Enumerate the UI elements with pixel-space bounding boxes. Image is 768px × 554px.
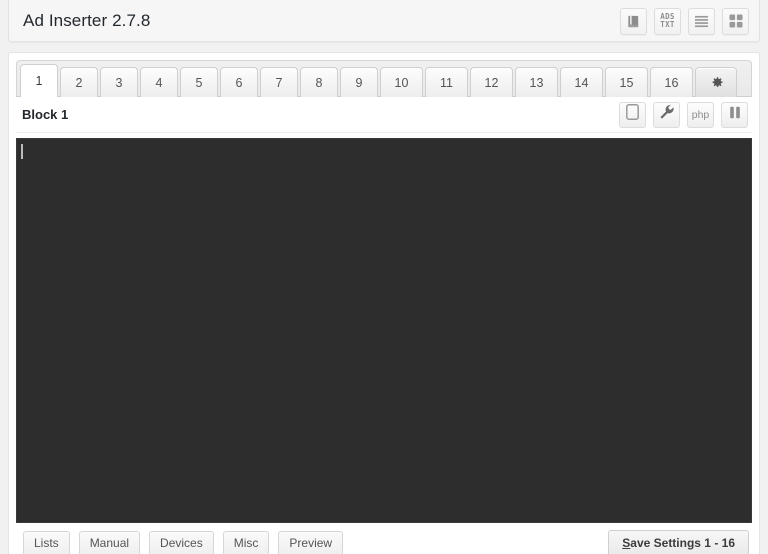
tab-label: 6	[235, 75, 243, 90]
footer-toolbar: Lists Manual Devices Misc Preview Save S…	[9, 525, 759, 554]
tab-label: 12	[484, 75, 499, 90]
block-tool-group: php	[619, 101, 748, 128]
footer-button-group: Lists Manual Devices Misc Preview	[23, 530, 608, 554]
save-settings-button[interactable]: Save Settings 1 - 16	[608, 529, 749, 554]
block-header-row: Block 1 php	[16, 97, 752, 133]
php-button-label: php	[691, 108, 710, 121]
tab-block-12[interactable]: 12	[470, 67, 513, 97]
tab-block-8[interactable]: 8	[300, 67, 338, 97]
tab-label: 5	[195, 75, 203, 90]
tab-label: 14	[574, 75, 589, 90]
tab-label: 15	[619, 75, 634, 90]
tab-label: 3	[115, 75, 123, 90]
misc-button[interactable]: Misc	[222, 530, 270, 554]
tab-block-11[interactable]: 11	[425, 67, 468, 97]
list-icon-button[interactable]	[688, 7, 715, 35]
tab-block-10[interactable]: 10	[380, 67, 423, 97]
devices-button[interactable]: Devices	[149, 530, 214, 554]
tab-block-14[interactable]: 14	[560, 67, 603, 97]
wrench-icon-button[interactable]	[653, 101, 680, 128]
tab-block-7[interactable]: 7	[260, 67, 298, 97]
tab-block-1[interactable]: 1	[20, 64, 58, 97]
preview-button[interactable]: Preview	[278, 530, 344, 554]
list-icon	[694, 15, 709, 28]
tab-label: 7	[275, 75, 283, 90]
tab-settings[interactable]	[695, 67, 737, 97]
app-root: Ad Inserter 2.7.8 ADS TXT 1 2 3 4 5 6 7 …	[0, 0, 768, 554]
main-panel: 1 2 3 4 5 6 7 8 9 10 11 12 13 14 15 16 B…	[8, 52, 760, 554]
text-caret	[21, 144, 23, 159]
pause-icon-button[interactable]	[721, 101, 748, 128]
tab-label: 11	[440, 75, 453, 90]
tab-block-5[interactable]: 5	[180, 67, 218, 97]
button-label: Lists	[34, 536, 59, 550]
tab-label: 4	[155, 75, 163, 90]
tab-label: 16	[664, 75, 679, 90]
ads-txt-line-2: TXT	[660, 20, 675, 29]
gear-icon	[709, 75, 724, 90]
tab-block-4[interactable]: 4	[140, 67, 178, 97]
tab-block-3[interactable]: 3	[100, 67, 138, 97]
tab-block-9[interactable]: 9	[340, 67, 378, 97]
save-accesskey: S	[622, 536, 631, 550]
lists-button[interactable]: Lists	[23, 530, 70, 554]
page-title: Ad Inserter 2.7.8	[23, 11, 151, 30]
device-icon	[626, 104, 639, 125]
tab-label: 1	[35, 74, 43, 88]
tab-label: 10	[394, 75, 409, 90]
tab-label: 2	[75, 75, 83, 90]
tab-label: 9	[355, 75, 363, 90]
button-label: Misc	[233, 536, 259, 550]
code-editor-wrapper	[16, 138, 752, 523]
tab-block-6[interactable]: 6	[220, 67, 258, 97]
book-icon	[626, 14, 641, 29]
tab-block-13[interactable]: 13	[515, 67, 558, 97]
tab-block-15[interactable]: 15	[605, 67, 648, 97]
wrench-icon	[659, 104, 675, 125]
button-label: Preview	[289, 536, 333, 550]
tab-block-2[interactable]: 2	[60, 67, 98, 97]
manual-button[interactable]: Manual	[78, 530, 141, 554]
book-icon-button[interactable]	[620, 7, 647, 35]
header-bar: Ad Inserter 2.7.8 ADS TXT	[8, 0, 760, 42]
pause-icon	[729, 106, 741, 124]
ads-txt-icon-button[interactable]: ADS TXT	[654, 7, 681, 35]
block-tab-bar: 1 2 3 4 5 6 7 8 9 10 11 12 13 14 15 16	[16, 60, 752, 97]
device-icon-button[interactable]	[619, 101, 646, 128]
grid-icon-button[interactable]	[722, 7, 749, 35]
tab-label: 8	[315, 75, 323, 90]
button-label: Manual	[89, 536, 130, 550]
ads-txt-icon: ADS TXT	[660, 13, 674, 29]
block-name-label: Block 1	[22, 107, 69, 122]
tab-label: 13	[529, 75, 544, 90]
button-label: Devices	[160, 536, 203, 550]
save-label-rest: ave Settings 1 - 16	[630, 536, 735, 550]
php-button[interactable]: php	[687, 101, 714, 128]
grid-icon	[729, 14, 743, 28]
tab-block-16[interactable]: 16	[650, 67, 693, 97]
header-icon-group: ADS TXT	[620, 4, 749, 35]
code-editor[interactable]	[16, 138, 752, 523]
